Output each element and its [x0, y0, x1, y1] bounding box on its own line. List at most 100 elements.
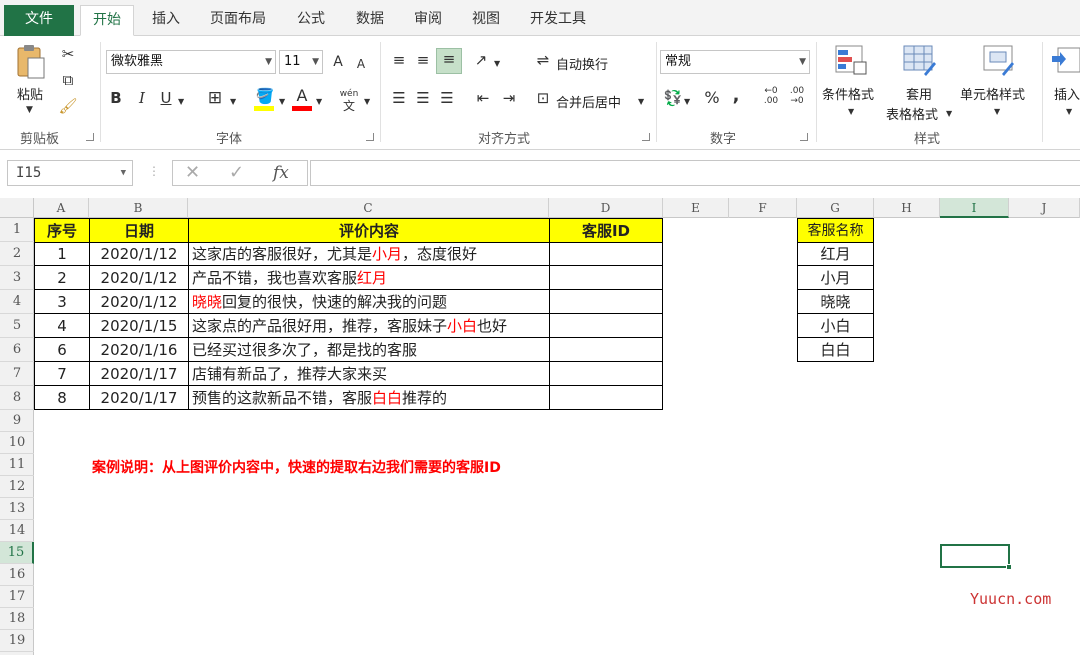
- cell-date[interactable]: 2020/1/12: [89, 242, 189, 266]
- borders-dropdown-icon[interactable]: ▼: [230, 92, 236, 112]
- column-header-e[interactable]: E: [663, 198, 729, 218]
- column-header-a[interactable]: A: [34, 198, 89, 218]
- enter-icon[interactable]: ✓: [229, 161, 244, 185]
- align-top-icon[interactable]: ≡: [388, 50, 410, 70]
- cell-no[interactable]: 4: [34, 314, 90, 338]
- grow-font-button[interactable]: A: [330, 52, 346, 72]
- font-color-dropdown-icon[interactable]: ▼: [316, 92, 322, 112]
- italic-button[interactable]: I: [134, 88, 150, 108]
- decrease-indent-icon[interactable]: ⇤: [472, 88, 494, 108]
- cell-review[interactable]: 已经买过很多次了，都是找的客服: [188, 338, 550, 362]
- agent-list-item[interactable]: 小月: [797, 266, 874, 290]
- cell-date[interactable]: 2020/1/12: [89, 266, 189, 290]
- conditional-format-button[interactable]: 条件格式: [822, 84, 874, 103]
- agent-list-header[interactable]: 客服名称: [797, 218, 874, 243]
- number-format-combo[interactable]: 常规▼: [660, 50, 810, 74]
- name-box[interactable]: I15▼: [7, 160, 133, 186]
- tab-page-layout[interactable]: 页面布局: [200, 5, 276, 36]
- vertical-ellipsis-icon[interactable]: ⋮: [148, 164, 160, 178]
- orientation-dropdown-icon[interactable]: ▼: [494, 54, 500, 74]
- format-painter-icon[interactable]: 🖌: [58, 96, 78, 116]
- cell-no[interactable]: 3: [34, 290, 90, 314]
- row-header-selected[interactable]: 15: [0, 542, 34, 564]
- insert-dropdown-icon[interactable]: ▼: [1066, 102, 1072, 122]
- align-left-icon[interactable]: ☰: [388, 88, 410, 108]
- row-header[interactable]: 14: [0, 520, 34, 542]
- shrink-font-button[interactable]: A: [354, 54, 368, 74]
- align-right-icon[interactable]: ☰: [436, 88, 458, 108]
- header-cell-no[interactable]: 序号: [34, 218, 90, 243]
- cell-agent-id[interactable]: [549, 362, 663, 386]
- underline-dropdown-icon[interactable]: ▼: [178, 92, 184, 112]
- font-size-combo[interactable]: 11▼: [279, 50, 323, 74]
- tab-data[interactable]: 数据: [346, 5, 394, 36]
- paste-button[interactable]: [14, 42, 50, 76]
- table-format-dropdown-icon[interactable]: ▼: [946, 104, 952, 124]
- cell-styles-icon[interactable]: [982, 44, 1018, 78]
- increase-indent-icon[interactable]: ⇥: [498, 88, 520, 108]
- tab-developer[interactable]: 开发工具: [520, 5, 596, 36]
- row-header[interactable]: 6: [0, 338, 34, 362]
- case-note[interactable]: 案例说明：从上图评价内容中，快速的提取右边我们需要的客服ID: [92, 456, 692, 480]
- copy-icon[interactable]: ⧉: [58, 70, 78, 90]
- row-header[interactable]: 19: [0, 630, 34, 652]
- cell-no[interactable]: 2: [34, 266, 90, 290]
- font-launcher-icon[interactable]: [366, 133, 374, 141]
- row-header[interactable]: 3: [0, 266, 34, 290]
- merge-center-button[interactable]: 合并后居中: [556, 92, 621, 111]
- format-as-table-icon[interactable]: [902, 44, 938, 78]
- insert-function-icon[interactable]: fx: [273, 161, 289, 185]
- cell-date[interactable]: 2020/1/17: [89, 386, 189, 410]
- column-header-i[interactable]: I: [940, 198, 1009, 218]
- phonetic-dropdown-icon[interactable]: ▼: [364, 92, 370, 112]
- row-header[interactable]: 9: [0, 410, 34, 432]
- row-header[interactable]: 4: [0, 290, 34, 314]
- cell-agent-id[interactable]: [549, 314, 663, 338]
- tab-view[interactable]: 视图: [462, 5, 510, 36]
- row-header[interactable]: 5: [0, 314, 34, 338]
- row-header[interactable]: 17: [0, 586, 34, 608]
- select-all-corner[interactable]: [0, 198, 34, 218]
- clipboard-launcher-icon[interactable]: [86, 133, 94, 141]
- cell-date[interactable]: 2020/1/17: [89, 362, 189, 386]
- header-cell-date[interactable]: 日期: [89, 218, 189, 243]
- fill-dropdown-icon[interactable]: ▼: [279, 92, 285, 112]
- column-header-j[interactable]: J: [1009, 198, 1080, 218]
- decrease-decimal-icon[interactable]: .00→0: [786, 86, 808, 106]
- comma-button[interactable]: ,: [728, 86, 744, 106]
- cut-icon[interactable]: ✂: [58, 44, 78, 64]
- fill-color-icon[interactable]: 🪣: [254, 86, 276, 106]
- cell-date[interactable]: 2020/1/12: [89, 290, 189, 314]
- cell-agent-id[interactable]: [549, 338, 663, 362]
- cell-styles-button[interactable]: 单元格样式: [960, 84, 1025, 103]
- accounting-dropdown-icon[interactable]: ▼: [684, 92, 690, 112]
- column-header-h[interactable]: H: [874, 198, 940, 218]
- agent-list-item[interactable]: 红月: [797, 242, 874, 266]
- cell-review[interactable]: 这家点的产品很好用，推荐，客服妹子小白也好: [188, 314, 550, 338]
- tab-file[interactable]: 文件: [4, 5, 74, 36]
- active-cell-selection[interactable]: [940, 544, 1010, 568]
- cell-review[interactable]: 预售的这款新品不错，客服白白推荐的: [188, 386, 550, 410]
- column-header-g[interactable]: G: [797, 198, 874, 218]
- wrap-text-icon[interactable]: ⇌: [533, 50, 553, 70]
- row-header[interactable]: 12: [0, 476, 34, 498]
- cell-review[interactable]: 产品不错，我也喜欢客服红月: [188, 266, 550, 290]
- underline-button[interactable]: U: [158, 88, 174, 108]
- align-center-icon[interactable]: ☰: [412, 88, 434, 108]
- cell-no[interactable]: 6: [34, 338, 90, 362]
- agent-list-item[interactable]: 晓晓: [797, 290, 874, 314]
- insert-cells-button[interactable]: 插入: [1054, 84, 1080, 103]
- cell-date[interactable]: 2020/1/15: [89, 314, 189, 338]
- accounting-format-icon[interactable]: 💱: [662, 88, 684, 108]
- agent-list-item[interactable]: 白白: [797, 338, 874, 362]
- row-header[interactable]: 16: [0, 564, 34, 586]
- number-launcher-icon[interactable]: [800, 133, 808, 141]
- borders-icon[interactable]: ⊞: [204, 88, 226, 108]
- alignment-launcher-icon[interactable]: [642, 133, 650, 141]
- wrap-text-button[interactable]: 自动换行: [556, 54, 608, 73]
- tab-review[interactable]: 审阅: [404, 5, 452, 36]
- row-header[interactable]: 11: [0, 454, 34, 476]
- insert-cells-icon[interactable]: [1050, 44, 1080, 78]
- cell-no[interactable]: 7: [34, 362, 90, 386]
- row-header[interactable]: 10: [0, 432, 34, 454]
